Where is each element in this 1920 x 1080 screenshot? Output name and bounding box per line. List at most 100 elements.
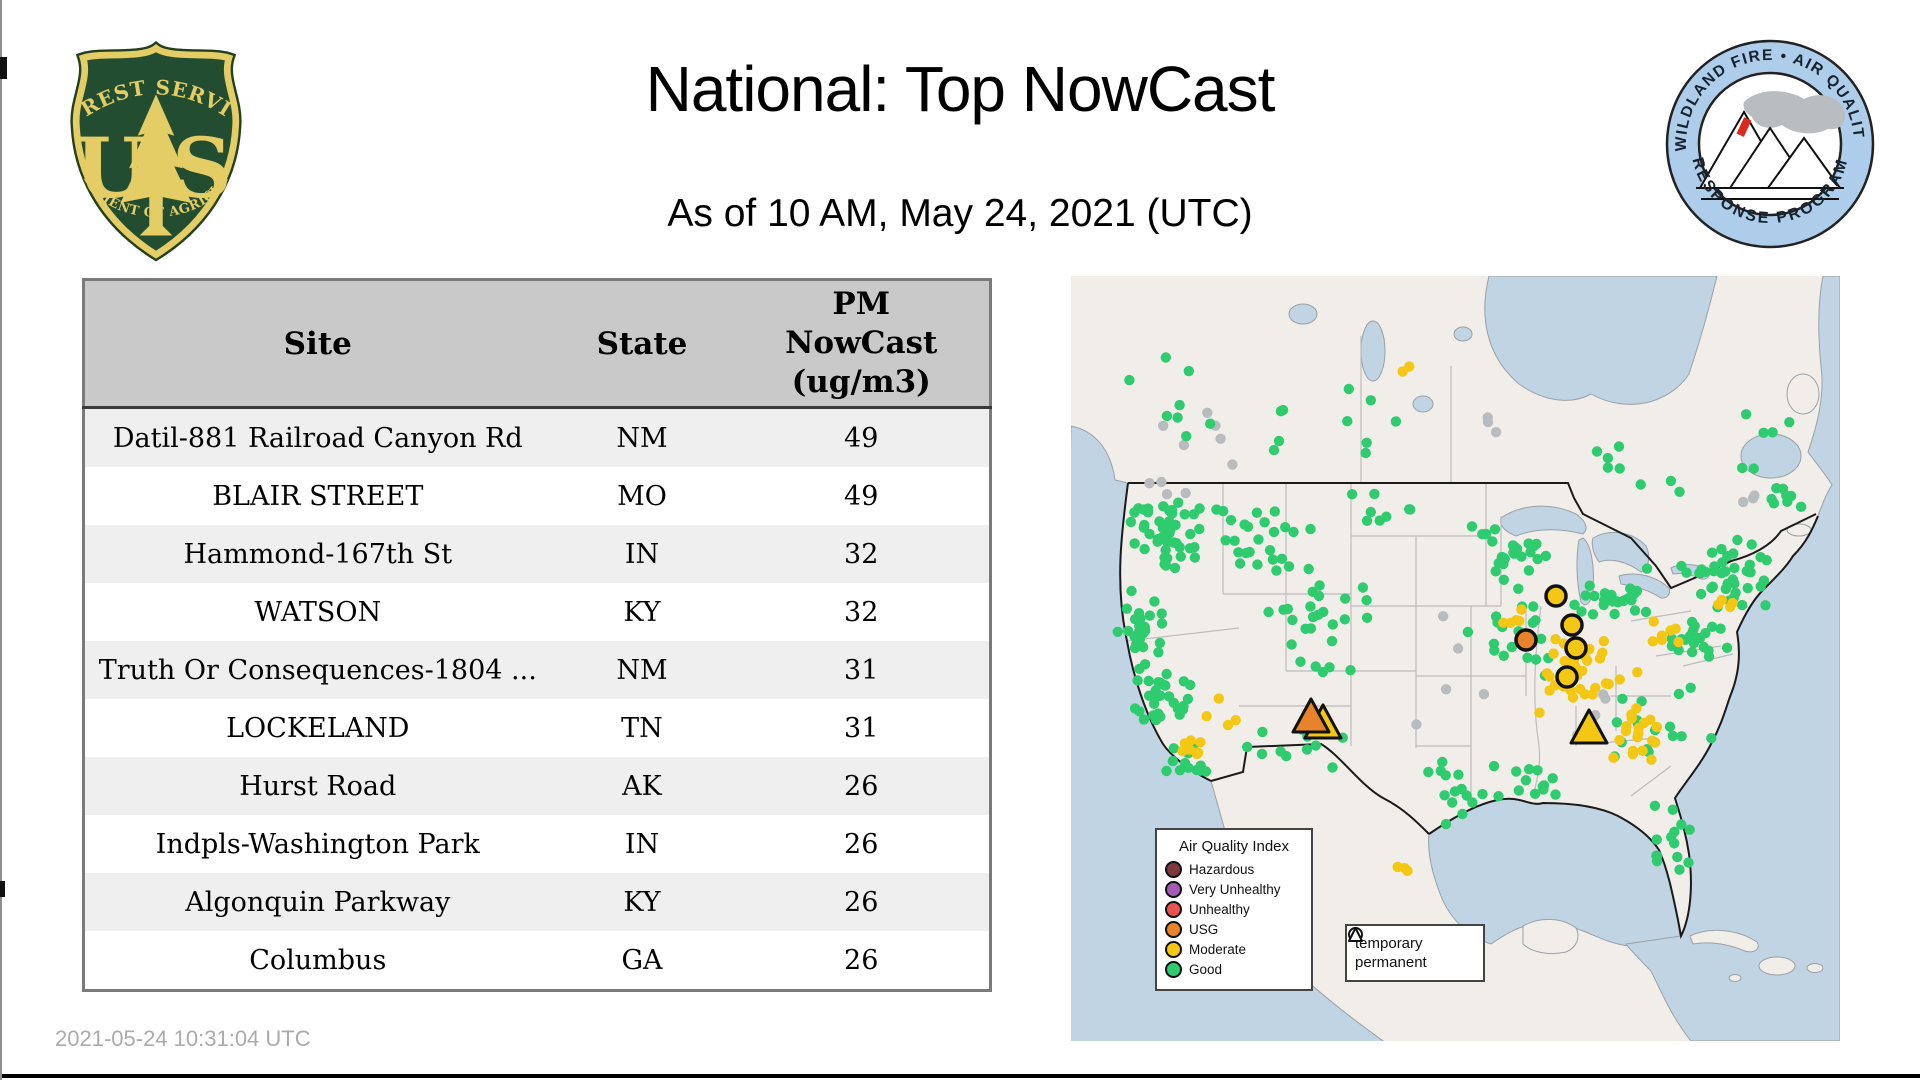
aqi-dot-good	[1523, 565, 1535, 576]
aqi-dot-moderate	[1213, 693, 1224, 704]
aqi-dot-moderate	[1397, 366, 1408, 377]
aqi-dot-nodata	[1482, 412, 1493, 423]
aqi-dot-good	[1740, 409, 1752, 420]
aqi-dot-good	[1134, 663, 1145, 674]
value-cell: 26	[844, 770, 879, 802]
aqi-dot-good	[1480, 528, 1492, 540]
aqi-dot-good	[1218, 505, 1229, 517]
site-cell: WATSON	[254, 596, 382, 628]
legend-item-moderate: Moderate	[1165, 941, 1303, 958]
aqi-dot-good	[1530, 654, 1542, 665]
aqi-dot-good	[1318, 606, 1329, 618]
aqi-dot-good	[1295, 656, 1306, 667]
aqi-dot-good	[1134, 706, 1145, 717]
aqi-dot-good	[1457, 808, 1468, 820]
aqi-dot-good	[1640, 606, 1652, 618]
aqi-dot-good	[1729, 562, 1740, 574]
aqi-dot-good	[1267, 554, 1279, 565]
site-cell: Indpls-Washington Park	[155, 828, 480, 860]
aqi-dot-good	[1760, 600, 1771, 611]
aqi-dot-good	[1259, 517, 1270, 528]
aqi-dot-good	[1160, 680, 1171, 691]
aqi-dot-good	[1160, 352, 1171, 363]
aqi-dot-good	[1174, 765, 1186, 776]
aqi-dot-nodata	[1156, 476, 1167, 488]
aqi-dot-good	[1462, 626, 1474, 638]
wfaqrp-logo: WILDLAND FIRE • AIR QUALITY RESPONSE PRO…	[1664, 38, 1875, 249]
aqi-dot-moderate	[1648, 616, 1659, 627]
aqi-dot-good	[1167, 755, 1178, 767]
slide-bottom-edge	[0, 1074, 1920, 1078]
aqi-dot-good	[1305, 601, 1316, 612]
value-cell: 26	[844, 944, 879, 976]
aqi-dot-good	[1229, 535, 1240, 546]
aqi-dot-good	[1317, 666, 1329, 678]
aqi-dot-good	[1477, 788, 1488, 800]
aqi-dot-good	[1129, 538, 1140, 549]
aqi-dot-moderate	[1656, 630, 1667, 641]
aqi-dot-good	[1516, 551, 1527, 562]
legend-label: USG	[1189, 922, 1219, 937]
aqi-dot-good	[1132, 675, 1143, 686]
aqi-dot-good	[1686, 646, 1698, 658]
aqi-dot-good	[1681, 567, 1692, 578]
aqi-dot-good	[1651, 850, 1662, 861]
aqi-dot-good	[1784, 417, 1795, 428]
aqi-dot-nodata	[1202, 407, 1213, 418]
aqi-dot-good	[1617, 693, 1628, 704]
aqi-dot-good	[1175, 551, 1186, 562]
aqi-dot-moderate	[1597, 647, 1608, 658]
aqi-dot-good	[1651, 834, 1662, 845]
aqi-dot-moderate	[1621, 721, 1632, 732]
aqi-dot-good	[1162, 553, 1173, 564]
monitor-type-legend: temporary permanent	[1345, 924, 1485, 982]
legend-label: Very Unhealthy	[1189, 882, 1281, 897]
lake-nw-1	[1288, 303, 1318, 325]
edge-mark-bottom	[0, 881, 5, 897]
aqi-dot-good	[1696, 564, 1707, 575]
state-cell: IN	[624, 538, 660, 570]
top-nowcast-table: Site State PM NowCast (ug/m3) Datil-881 …	[82, 278, 992, 992]
aqi-dot-good	[1139, 543, 1150, 555]
aqi-dot-good	[1707, 581, 1718, 592]
edge-mark-top	[0, 57, 7, 79]
site-cell: LOCKELAND	[226, 712, 410, 744]
table-row: Hurst Road AK 26	[83, 757, 991, 815]
legend-item-permanent: permanent	[1348, 927, 1475, 971]
aqi-dot-moderate	[1637, 745, 1648, 756]
aqi-dot-good	[1343, 383, 1354, 395]
aqi-dot-good	[1374, 515, 1385, 526]
aqi-dot-moderate	[1201, 711, 1212, 722]
aqi-dot-good	[1112, 626, 1123, 637]
aqi-dot-nodata	[1411, 719, 1422, 730]
aqi-dot-good	[1439, 790, 1450, 801]
legend-item-temporary: temporary	[1348, 927, 1475, 952]
aqi-dot-good	[1361, 437, 1372, 448]
aqi-dot-good	[1257, 726, 1268, 738]
aqi-dot-good	[1124, 374, 1135, 386]
aqi-dot-good	[1129, 614, 1141, 625]
slide-left-edge	[0, 0, 2, 1080]
aqi-dot-good	[1488, 760, 1500, 772]
aqi-dot-moderate	[1665, 625, 1676, 636]
aqi-dot-good	[1174, 399, 1185, 411]
aqi-dot-good	[1166, 508, 1178, 519]
legend-swatch	[1165, 961, 1182, 978]
aqi-dot-moderate	[1534, 707, 1545, 718]
aqi-dot-good	[1305, 523, 1316, 535]
aqi-dot-good	[1346, 489, 1358, 500]
aqi-dot-good	[1305, 623, 1317, 634]
aqi-dot-good	[1614, 463, 1625, 474]
aqi-dot-good	[1149, 596, 1160, 607]
aqi-dot-good	[1498, 650, 1509, 661]
aqi-dot-good	[1143, 675, 1154, 687]
column-header-site: Site	[83, 279, 551, 409]
site-cell: Columbus	[249, 944, 387, 976]
aqi-dot-good	[1602, 452, 1614, 464]
aqi-dot-good	[1520, 775, 1532, 786]
lake-winnipeg	[1360, 320, 1386, 382]
aqi-dot-nodata	[1440, 684, 1452, 695]
aqi-dot-good	[1168, 743, 1179, 754]
aqi-dot-good	[1758, 575, 1770, 586]
aqi-dot-good	[1591, 446, 1603, 457]
